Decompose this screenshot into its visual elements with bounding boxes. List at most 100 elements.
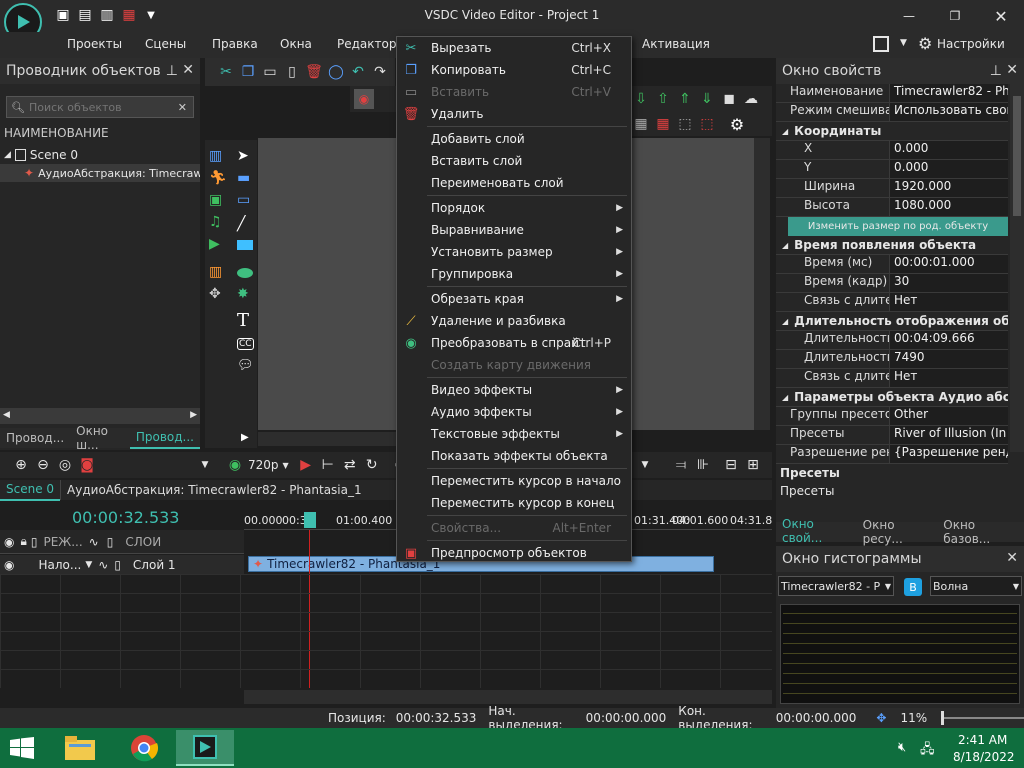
- context-menu-item[interactable]: Текстовые эффекты ▶: [397, 423, 631, 445]
- snap-icon[interactable]: ⬚: [676, 115, 694, 133]
- lock-icon[interactable]: 🔒︎: [20, 534, 26, 549]
- context-menu-item[interactable]: Добавить слой: [397, 128, 631, 150]
- preview-vscroll[interactable]: [754, 138, 770, 430]
- file-explorer-icon[interactable]: [62, 734, 98, 762]
- property-value[interactable]: 0.000: [889, 160, 1008, 178]
- context-menu-item[interactable]: Переместить курсор в конец: [397, 492, 631, 514]
- track-layer-name[interactable]: Слой 1: [133, 558, 176, 572]
- clock-time[interactable]: 2:41 AM: [958, 733, 1007, 747]
- layout-icon[interactable]: [873, 36, 889, 52]
- play-icon[interactable]: ▶: [297, 456, 315, 474]
- source-dropdown-icon[interactable]: ▼: [885, 582, 891, 591]
- scroll-left-icon[interactable]: ◀: [3, 410, 10, 420]
- histogram-close-icon[interactable]: ✕: [1006, 550, 1018, 566]
- tab-object[interactable]: АудиоАбстракция: Timecrawler82 - Phantas…: [60, 480, 368, 500]
- tab-properties[interactable]: Окно свой...: [776, 514, 857, 550]
- loop-icon[interactable]: ⇄: [341, 456, 359, 474]
- property-row[interactable]: Время (мс) 00:00:01.000: [776, 255, 1008, 274]
- context-menu-item[interactable]: Порядок ▶: [397, 197, 631, 219]
- zoom-out-icon[interactable]: ⊖: [34, 456, 52, 474]
- property-row[interactable]: Разрешение ренд{Разрешение рендер: [776, 445, 1008, 464]
- context-menu-item[interactable]: Установить размер ▶: [397, 241, 631, 263]
- histogram-b-icon[interactable]: B: [904, 578, 922, 596]
- double-up-icon[interactable]: ⇑: [676, 90, 694, 108]
- context-menu-item[interactable]: ◉ Преобразовать в спрайт Ctrl+P: [397, 332, 631, 354]
- property-row[interactable]: Длительность (7490: [776, 350, 1008, 369]
- tab-resources[interactable]: Окно ресу...: [857, 515, 938, 549]
- maximize-icon[interactable]: ❐: [932, 0, 978, 32]
- preview-canvas-right[interactable]: [632, 138, 754, 430]
- arrow-down-icon[interactable]: ⇩: [632, 90, 650, 108]
- cloud-icon[interactable]: ☁: [742, 90, 760, 108]
- menu-projects[interactable]: Проекты: [67, 37, 122, 51]
- property-value[interactable]: Нет: [889, 369, 1008, 387]
- property-section[interactable]: ◢ Время появления объекта: [776, 236, 1008, 255]
- context-menu-item[interactable]: Обрезать края ▶: [397, 288, 631, 310]
- preview-canvas[interactable]: [258, 138, 396, 430]
- collapse-icon[interactable]: ◢: [782, 393, 788, 402]
- paste-icon[interactable]: ▭: [261, 63, 279, 81]
- zoom-slider-thumb[interactable]: [941, 711, 945, 725]
- menu-edit[interactable]: Правка: [212, 37, 258, 51]
- track-mode-dropdown-icon[interactable]: ▼: [85, 560, 92, 570]
- move-tool-icon[interactable]: ✥: [209, 286, 221, 302]
- context-menu-item[interactable]: ⟋ Удаление и разбивка: [397, 310, 631, 332]
- histogram-source-select[interactable]: Timecrawler82 - P ▼: [778, 576, 894, 596]
- zoom-slider[interactable]: [941, 711, 1024, 725]
- track-mode[interactable]: Нало...: [38, 558, 81, 572]
- menu-activation[interactable]: Активация: [642, 37, 710, 51]
- snap-red-icon[interactable]: ⬚: [698, 115, 716, 133]
- context-menu-item[interactable]: Аудио эффекты ▶: [397, 401, 631, 423]
- zoom-fit-icon[interactable]: ✥: [876, 711, 886, 725]
- context-menu-item[interactable]: Переименовать слой: [397, 172, 631, 194]
- settings-button[interactable]: Настройки: [937, 37, 1005, 51]
- tree-item-audio-abstraction[interactable]: ✦ АудиоАбстракция: Timecrawler: [0, 164, 200, 182]
- track-2-icon[interactable]: ⊞: [744, 456, 762, 474]
- property-row[interactable]: X 0.000: [776, 141, 1008, 160]
- property-section[interactable]: ◢ Длительность отображения объек: [776, 312, 1008, 331]
- circle-icon[interactable]: ◯: [327, 63, 345, 81]
- property-value[interactable]: {Разрешение рендер: [889, 445, 1008, 463]
- clock-date[interactable]: 8/18/2022: [953, 750, 1015, 764]
- gear-icon[interactable]: ⚙: [918, 34, 932, 53]
- context-menu-item[interactable]: ❐ Копировать Ctrl+C: [397, 59, 631, 81]
- preview-hscroll[interactable]: [258, 432, 396, 446]
- pin-icon[interactable]: ⊥: [166, 63, 178, 79]
- property-row[interactable]: Время (кадр) 30: [776, 274, 1008, 293]
- tab-object-explorer[interactable]: Провод...: [0, 428, 70, 448]
- close-icon[interactable]: ✕: [978, 0, 1024, 32]
- property-row[interactable]: Длительность (00:04:09.666: [776, 331, 1008, 350]
- collapse-icon[interactable]: ◢: [782, 317, 788, 326]
- pointer-tool-icon[interactable]: ➤: [237, 148, 249, 164]
- ellipse-tool-icon[interactable]: [237, 268, 253, 278]
- redo-icon[interactable]: ↷: [371, 63, 389, 81]
- delete-icon[interactable]: 🗑︎: [305, 63, 323, 81]
- context-menu-item[interactable]: ✂ Вырезать Ctrl+X: [397, 37, 631, 59]
- properties-pin-icon[interactable]: ⊥: [990, 63, 1002, 79]
- property-value[interactable]: 0.000: [889, 141, 1008, 159]
- vsdc-taskbar-icon[interactable]: [176, 730, 234, 766]
- histogram-mode-select[interactable]: Волна ▼: [930, 576, 1022, 596]
- search-box[interactable]: 🔍︎ ✕: [6, 96, 194, 118]
- property-value[interactable]: 30: [889, 274, 1008, 292]
- resolution-dropdown-icon[interactable]: ▼: [283, 461, 289, 470]
- audio-tool-icon[interactable]: ♫: [209, 214, 222, 230]
- eye-icon[interactable]: ◉: [226, 456, 244, 474]
- layout-dropdown-icon[interactable]: ▼: [900, 38, 907, 48]
- scroll-right-icon[interactable]: ▶: [190, 410, 197, 420]
- frame-icon[interactable]: ⊢: [319, 456, 337, 474]
- windows-start-icon[interactable]: [8, 736, 36, 760]
- toolbar-dropdown-icon[interactable]: ▼: [196, 456, 214, 474]
- track-eye-icon[interactable]: ◉: [4, 558, 14, 572]
- property-row[interactable]: Наименование Timecrawler82 - Phan: [776, 84, 1008, 103]
- resize-to-parent-button[interactable]: Изменить размер по род. объекту: [788, 217, 1008, 236]
- property-value[interactable]: Нет: [889, 293, 1008, 311]
- scissors-icon[interactable]: ✂: [217, 63, 235, 81]
- context-menu-item[interactable]: Группировка ▶: [397, 263, 631, 285]
- grid-icon[interactable]: ▦: [632, 115, 650, 133]
- property-value[interactable]: 7490: [889, 350, 1008, 368]
- eye-visibility-icon[interactable]: ◉: [4, 535, 14, 549]
- preview-gear-icon[interactable]: ⚙: [728, 115, 746, 134]
- property-row[interactable]: Связь с длительНет: [776, 369, 1008, 388]
- expand-arrow-icon[interactable]: ▶: [241, 432, 249, 443]
